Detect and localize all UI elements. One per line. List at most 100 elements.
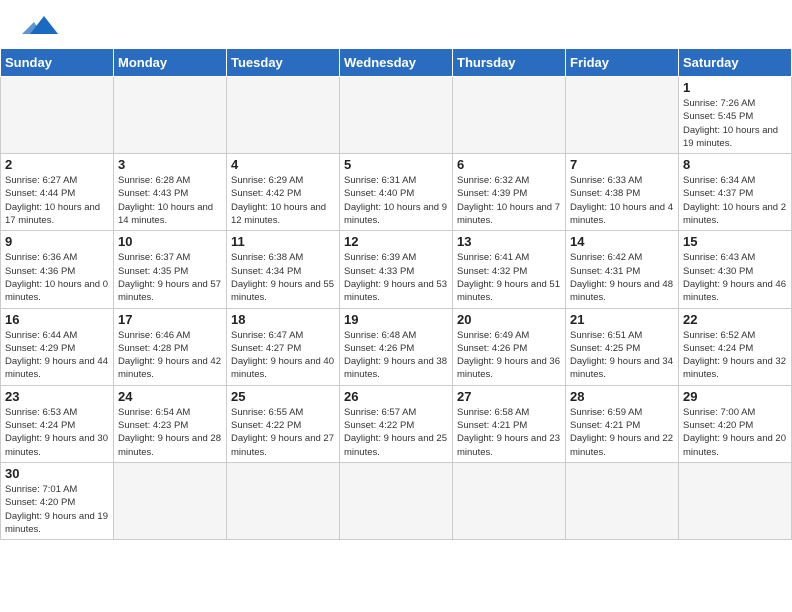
day-number: 10 bbox=[118, 234, 222, 249]
day-info: Sunrise: 6:42 AMSunset: 4:31 PMDaylight:… bbox=[570, 251, 674, 304]
calendar-cell: 3 Sunrise: 6:28 AMSunset: 4:43 PMDaylight… bbox=[114, 154, 227, 231]
calendar-cell bbox=[227, 462, 340, 539]
day-number: 13 bbox=[457, 234, 561, 249]
calendar-cell bbox=[453, 77, 566, 154]
day-number: 3 bbox=[118, 157, 222, 172]
calendar-cell: 27 Sunrise: 6:58 AMSunset: 4:21 PMDayligh… bbox=[453, 385, 566, 462]
day-info: Sunrise: 6:29 AMSunset: 4:42 PMDaylight:… bbox=[231, 174, 335, 227]
calendar-cell: 20 Sunrise: 6:49 AMSunset: 4:26 PMDayligh… bbox=[453, 308, 566, 385]
week-row-3: 9 Sunrise: 6:36 AMSunset: 4:36 PMDaylight… bbox=[1, 231, 792, 308]
calendar-cell: 26Sunrise: 6:57 AMSunset: 4:22 PMDayligh… bbox=[340, 385, 453, 462]
day-number: 1 bbox=[683, 80, 787, 95]
day-info: Sunrise: 6:46 AMSunset: 4:28 PMDaylight:… bbox=[118, 329, 222, 382]
calendar-cell bbox=[1, 77, 114, 154]
calendar-cell: 24 Sunrise: 6:54 AMSunset: 4:23 PMDayligh… bbox=[114, 385, 227, 462]
day-info: Sunrise: 6:33 AMSunset: 4:38 PMDaylight:… bbox=[570, 174, 674, 227]
calendar-table: SundayMondayTuesdayWednesdayThursdayFrid… bbox=[0, 48, 792, 540]
day-info: Sunrise: 6:37 AMSunset: 4:35 PMDaylight:… bbox=[118, 251, 222, 304]
calendar-cell bbox=[340, 462, 453, 539]
calendar-cell bbox=[114, 77, 227, 154]
day-info: Sunrise: 6:38 AMSunset: 4:34 PMDaylight:… bbox=[231, 251, 335, 304]
day-info: Sunrise: 6:41 AMSunset: 4:32 PMDaylight:… bbox=[457, 251, 561, 304]
day-number: 2 bbox=[5, 157, 109, 172]
day-info: Sunrise: 6:55 AMSunset: 4:22 PMDaylight:… bbox=[231, 406, 335, 459]
calendar-cell: 10 Sunrise: 6:37 AMSunset: 4:35 PMDayligh… bbox=[114, 231, 227, 308]
calendar-cell: 6 Sunrise: 6:32 AMSunset: 4:39 PMDaylight… bbox=[453, 154, 566, 231]
day-number: 17 bbox=[118, 312, 222, 327]
calendar-cell: 13 Sunrise: 6:41 AMSunset: 4:32 PMDayligh… bbox=[453, 231, 566, 308]
day-number: 11 bbox=[231, 234, 335, 249]
calendar-cell: 15 Sunrise: 6:43 AMSunset: 4:30 PMDayligh… bbox=[679, 231, 792, 308]
day-number: 27 bbox=[457, 389, 561, 404]
day-number: 30 bbox=[5, 466, 109, 481]
day-info: Sunrise: 6:47 AMSunset: 4:27 PMDaylight:… bbox=[231, 329, 335, 382]
day-number: 7 bbox=[570, 157, 674, 172]
calendar-cell: 19 Sunrise: 6:48 AMSunset: 4:26 PMDayligh… bbox=[340, 308, 453, 385]
day-number: 28 bbox=[570, 389, 674, 404]
day-info: Sunrise: 6:34 AMSunset: 4:37 PMDaylight:… bbox=[683, 174, 787, 227]
day-number: 15 bbox=[683, 234, 787, 249]
day-info: Sunrise: 6:54 AMSunset: 4:23 PMDaylight:… bbox=[118, 406, 222, 459]
day-info: Sunrise: 7:26 AMSunset: 5:45 PMDaylight:… bbox=[683, 97, 787, 150]
calendar-cell: 25 Sunrise: 6:55 AMSunset: 4:22 PMDayligh… bbox=[227, 385, 340, 462]
day-number: 25 bbox=[231, 389, 335, 404]
day-number: 5 bbox=[344, 157, 448, 172]
day-number: 23 bbox=[5, 389, 109, 404]
day-number: 14 bbox=[570, 234, 674, 249]
day-info: Sunrise: 6:36 AMSunset: 4:36 PMDaylight:… bbox=[5, 251, 109, 304]
day-info: Sunrise: 6:31 AMSunset: 4:40 PMDaylight:… bbox=[344, 174, 448, 227]
calendar-cell: 9 Sunrise: 6:36 AMSunset: 4:36 PMDaylight… bbox=[1, 231, 114, 308]
day-number: 16 bbox=[5, 312, 109, 327]
day-number: 6 bbox=[457, 157, 561, 172]
day-number: 4 bbox=[231, 157, 335, 172]
day-info: Sunrise: 7:00 AMSunset: 4:20 PMDaylight:… bbox=[683, 406, 787, 459]
calendar-cell: 30Sunrise: 7:01 AMSunset: 4:20 PMDayligh… bbox=[1, 462, 114, 539]
day-number: 26 bbox=[344, 389, 448, 404]
calendar-cell: 21 Sunrise: 6:51 AMSunset: 4:25 PMDayligh… bbox=[566, 308, 679, 385]
calendar-cell: 8 Sunrise: 6:34 AMSunset: 4:37 PMDaylight… bbox=[679, 154, 792, 231]
calendar-cell bbox=[566, 462, 679, 539]
day-info: Sunrise: 6:28 AMSunset: 4:43 PMDaylight:… bbox=[118, 174, 222, 227]
day-info: Sunrise: 6:43 AMSunset: 4:30 PMDaylight:… bbox=[683, 251, 787, 304]
logo-icon bbox=[22, 12, 60, 40]
day-number: 29 bbox=[683, 389, 787, 404]
day-info: Sunrise: 6:48 AMSunset: 4:26 PMDaylight:… bbox=[344, 329, 448, 382]
calendar-cell: 23Sunrise: 6:53 AMSunset: 4:24 PMDayligh… bbox=[1, 385, 114, 462]
day-info: Sunrise: 6:59 AMSunset: 4:21 PMDaylight:… bbox=[570, 406, 674, 459]
calendar-cell: 11 Sunrise: 6:38 AMSunset: 4:34 PMDayligh… bbox=[227, 231, 340, 308]
day-number: 19 bbox=[344, 312, 448, 327]
day-number: 9 bbox=[5, 234, 109, 249]
calendar-cell: 2Sunrise: 6:27 AMSunset: 4:44 PMDaylight… bbox=[1, 154, 114, 231]
day-info: Sunrise: 6:44 AMSunset: 4:29 PMDaylight:… bbox=[5, 329, 109, 382]
calendar-cell bbox=[566, 77, 679, 154]
calendar-cell: 17 Sunrise: 6:46 AMSunset: 4:28 PMDayligh… bbox=[114, 308, 227, 385]
calendar-cell bbox=[679, 462, 792, 539]
day-info: Sunrise: 6:58 AMSunset: 4:21 PMDaylight:… bbox=[457, 406, 561, 459]
weekday-header-monday: Monday bbox=[114, 49, 227, 77]
calendar-cell: 28 Sunrise: 6:59 AMSunset: 4:21 PMDayligh… bbox=[566, 385, 679, 462]
day-info: Sunrise: 6:49 AMSunset: 4:26 PMDaylight:… bbox=[457, 329, 561, 382]
day-number: 21 bbox=[570, 312, 674, 327]
calendar-cell: 18 Sunrise: 6:47 AMSunset: 4:27 PMDayligh… bbox=[227, 308, 340, 385]
calendar-cell: 16 Sunrise: 6:44 AMSunset: 4:29 PMDayligh… bbox=[1, 308, 114, 385]
calendar-cell bbox=[340, 77, 453, 154]
weekday-header-row: SundayMondayTuesdayWednesdayThursdayFrid… bbox=[1, 49, 792, 77]
calendar-cell: 7 Sunrise: 6:33 AMSunset: 4:38 PMDaylight… bbox=[566, 154, 679, 231]
day-info: Sunrise: 6:51 AMSunset: 4:25 PMDaylight:… bbox=[570, 329, 674, 382]
logo bbox=[20, 16, 60, 40]
day-number: 22 bbox=[683, 312, 787, 327]
day-number: 8 bbox=[683, 157, 787, 172]
week-row-5: 23Sunrise: 6:53 AMSunset: 4:24 PMDayligh… bbox=[1, 385, 792, 462]
day-number: 24 bbox=[118, 389, 222, 404]
calendar-cell bbox=[114, 462, 227, 539]
week-row-4: 16 Sunrise: 6:44 AMSunset: 4:29 PMDayligh… bbox=[1, 308, 792, 385]
week-row-6: 30Sunrise: 7:01 AMSunset: 4:20 PMDayligh… bbox=[1, 462, 792, 539]
calendar-cell: 14 Sunrise: 6:42 AMSunset: 4:31 PMDayligh… bbox=[566, 231, 679, 308]
day-number: 18 bbox=[231, 312, 335, 327]
day-info: Sunrise: 6:32 AMSunset: 4:39 PMDaylight:… bbox=[457, 174, 561, 227]
week-row-2: 2Sunrise: 6:27 AMSunset: 4:44 PMDaylight… bbox=[1, 154, 792, 231]
page-header bbox=[0, 0, 792, 48]
day-number: 20 bbox=[457, 312, 561, 327]
day-number: 12 bbox=[344, 234, 448, 249]
calendar-cell bbox=[453, 462, 566, 539]
